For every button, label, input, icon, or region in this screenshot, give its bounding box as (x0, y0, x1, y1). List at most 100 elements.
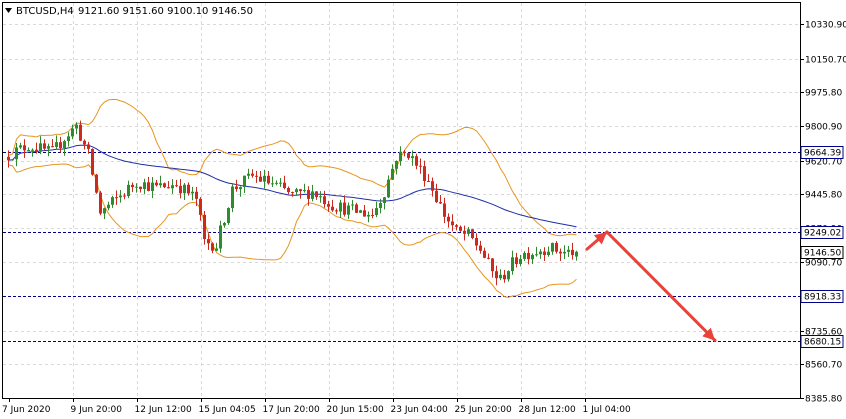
x-tick-label: 1 Jul 04:00 (583, 405, 632, 415)
y-tick-label: 9800.90 (805, 123, 842, 133)
candle-body (23, 145, 26, 151)
candle-body (11, 159, 14, 161)
candle-body (535, 254, 538, 256)
candle-body (307, 190, 310, 199)
candle-body (271, 183, 274, 185)
price-chart: 10330.9010150.709975.809800.909620.70944… (0, 0, 846, 419)
candle-body (471, 229, 474, 239)
candle-body (267, 175, 270, 184)
y-tick-label: 10150.70 (805, 56, 846, 66)
candle-body (99, 192, 102, 214)
candle-body (347, 205, 350, 215)
candle-body (287, 188, 290, 193)
candle-body (483, 250, 486, 258)
x-tick-label: 23 Jun 04:00 (391, 405, 448, 415)
candle-body (63, 141, 66, 149)
y-tick-label: 9090.70 (805, 259, 842, 269)
candle-body (83, 140, 86, 145)
candle-body (159, 183, 162, 186)
y-tick-label: 10330.90 (805, 21, 846, 31)
candle-body (167, 187, 170, 189)
candle-body (499, 274, 502, 279)
candle-body (567, 249, 570, 252)
candle-body (219, 225, 222, 249)
candle-body (447, 216, 450, 222)
candle-body (151, 182, 154, 191)
candle-body (539, 251, 542, 255)
candle-body (87, 144, 90, 149)
candle-body (223, 223, 226, 226)
chart-background (0, 0, 846, 419)
candle-body (51, 146, 54, 148)
candle-body (379, 202, 382, 209)
x-tick-label: 25 Jun 20:00 (455, 405, 512, 415)
x-tick-label: 15 Jun 04:05 (199, 405, 256, 415)
candle-body (75, 124, 78, 129)
candle-body (527, 252, 530, 260)
candle-body (503, 274, 506, 280)
candle-body (123, 195, 126, 197)
candle-body (235, 186, 238, 190)
candle-body (551, 242, 554, 252)
candle-body (31, 149, 34, 151)
candle-body (495, 271, 498, 279)
candle-body (363, 210, 366, 217)
candle-body (195, 191, 198, 199)
candle-body (251, 173, 254, 176)
level-tag-label: 9249.02 (804, 229, 841, 239)
candle-body (319, 196, 322, 198)
candle-body (59, 142, 62, 149)
candle-body (311, 191, 314, 199)
candle-body (103, 208, 106, 214)
level-tag-label: 8918.33 (804, 293, 841, 303)
candle-body (459, 226, 462, 231)
candle-body (335, 210, 338, 212)
candle-body (327, 204, 330, 207)
candle-body (339, 202, 342, 212)
candle-body (279, 182, 282, 184)
candle-body (523, 252, 526, 259)
candle-body (275, 182, 278, 184)
candle-body (55, 142, 58, 147)
candle-body (67, 136, 70, 142)
candle-body (95, 174, 98, 193)
candle-body (247, 173, 250, 176)
current-price-label: 9146.50 (804, 249, 841, 259)
x-tick-label: 17 Jun 20:00 (263, 405, 320, 415)
candle-body (375, 208, 378, 216)
candle-body (135, 186, 138, 188)
y-tick-label: 9975.80 (805, 89, 842, 99)
candle-body (431, 181, 434, 191)
ohlc-readout: 9121.60 9151.60 9100.10 9146.50 (78, 6, 253, 17)
candle-body (171, 185, 174, 189)
y-tick-label: 8560.70 (805, 361, 842, 371)
candle-body (387, 179, 390, 198)
candle-body (207, 239, 210, 244)
candle-body (391, 168, 394, 180)
candle-body (119, 195, 122, 198)
candle-body (175, 185, 178, 187)
candle-body (15, 147, 18, 160)
candle-body (47, 146, 50, 149)
candle-body (403, 151, 406, 154)
candle-body (555, 242, 558, 252)
candle-body (543, 251, 546, 256)
candle-body (487, 257, 490, 259)
candle-body (231, 186, 234, 209)
candle-body (91, 148, 94, 175)
candle-body (479, 245, 482, 251)
candle-body (331, 206, 334, 211)
candle-body (563, 251, 566, 254)
candle-body (323, 196, 326, 205)
candle-body (299, 189, 302, 192)
candle-body (399, 151, 402, 161)
candle-body (163, 183, 166, 188)
candle-body (263, 175, 266, 182)
candle-body (211, 243, 214, 251)
candle-body (291, 192, 294, 194)
candle-body (515, 257, 518, 264)
x-tick-label: 9 Jun 20:00 (71, 405, 123, 415)
x-tick-label: 7 Jun 2020 (2, 405, 51, 415)
candle-body (419, 165, 422, 167)
candle-body (203, 214, 206, 240)
